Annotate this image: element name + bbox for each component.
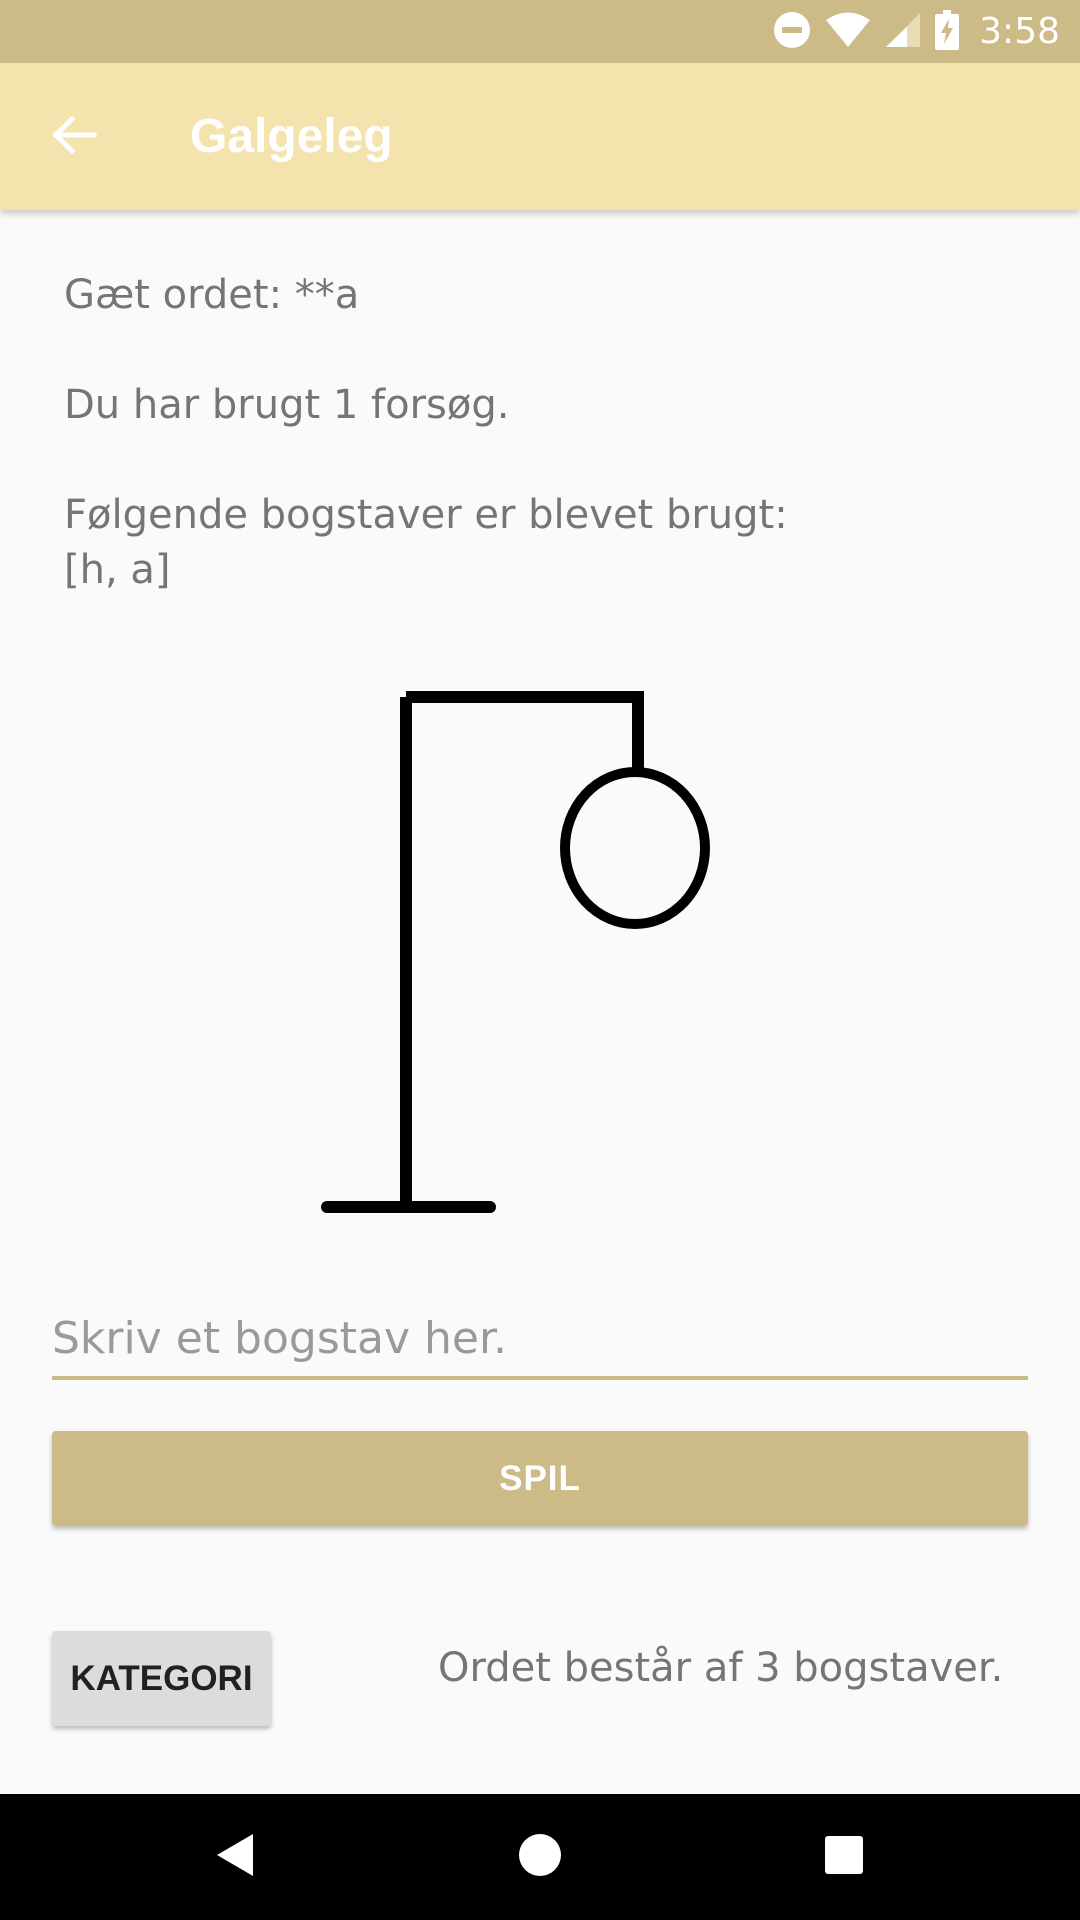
recents-square-icon: [823, 1834, 865, 1880]
status-bar: 3:58: [0, 0, 1080, 63]
hangman-head: [560, 767, 710, 929]
status-time: 3:58: [979, 11, 1060, 52]
word-length-text: Ordet består af 3 bogstaver.: [438, 1645, 1004, 1691]
back-triangle-icon: [213, 1831, 257, 1883]
wifi-icon: [825, 11, 871, 53]
used-letters-list: [h, a]: [64, 547, 171, 593]
do-not-disturb-icon: [773, 11, 811, 53]
guess-word-text: Gæt ordet: **a: [64, 272, 360, 318]
nav-home-button[interactable]: [480, 1794, 600, 1920]
used-letters-label: Følgende bogstaver er blevet brugt:: [64, 492, 788, 538]
status-icons: 3:58: [773, 0, 1060, 63]
gallows-beam: [406, 691, 644, 770]
nav-back-button[interactable]: [175, 1794, 295, 1920]
back-button[interactable]: [42, 105, 106, 169]
home-circle-icon: [517, 1832, 563, 1882]
nav-recents-button[interactable]: [784, 1794, 904, 1920]
play-button[interactable]: SPIL: [52, 1431, 1028, 1526]
arrow-back-icon: [50, 111, 98, 163]
navigation-bar: [0, 1794, 1080, 1920]
signal-icon: [885, 11, 921, 53]
app-bar: Galgeleg: [0, 63, 1080, 210]
app-title: Galgeleg: [190, 110, 393, 163]
category-button[interactable]: KATEGORI: [52, 1631, 271, 1726]
battery-charging-icon: [935, 9, 960, 54]
attempts-text: Du har brugt 1 forsøg.: [64, 382, 510, 428]
letter-input[interactable]: [52, 1300, 1028, 1380]
